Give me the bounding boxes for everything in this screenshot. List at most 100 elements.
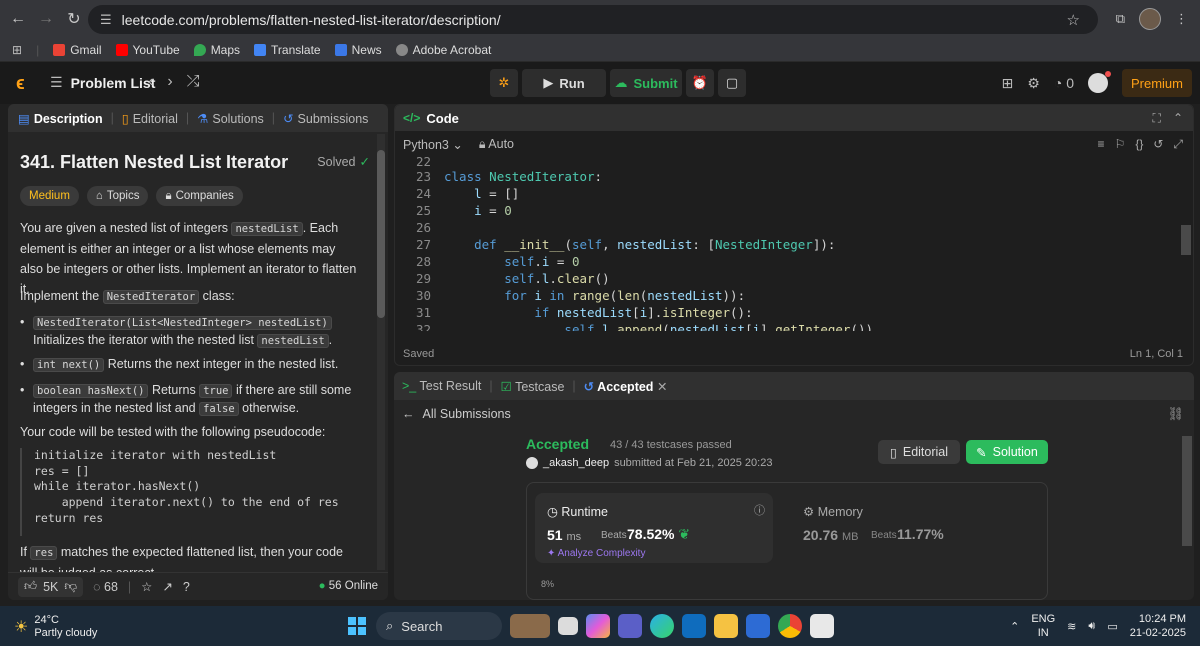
- bookmark-translate[interactable]: Translate: [254, 43, 321, 57]
- notes-icon[interactable]: ▢: [718, 69, 746, 97]
- result-scrollbar[interactable]: [1182, 428, 1192, 600]
- tab-description[interactable]: ▤ Description: [18, 111, 103, 126]
- bookmark-star-icon[interactable]: ☆: [1067, 11, 1080, 29]
- tab-submissions[interactable]: ↺ Submissions: [283, 111, 368, 126]
- language-select[interactable]: Python3 ⌄: [403, 137, 463, 152]
- solution-button[interactable]: ✎ Solution: [966, 440, 1048, 464]
- extensions-icon[interactable]: ⧉: [1116, 11, 1125, 27]
- edge-icon[interactable]: [650, 614, 674, 638]
- user-avatar[interactable]: [526, 457, 538, 469]
- chrome-icon[interactable]: [778, 614, 802, 638]
- widgets-app-icon[interactable]: [510, 614, 550, 638]
- premium-button[interactable]: Premium: [1122, 69, 1192, 97]
- apps-grid-icon[interactable]: ⊞: [12, 43, 22, 57]
- inline-code: int next(): [33, 358, 105, 372]
- forward-arrow-icon[interactable]: →: [32, 5, 60, 33]
- help-icon[interactable]: ?: [183, 580, 190, 594]
- maximize-icon[interactable]: ⛶: [1153, 111, 1161, 126]
- close-icon[interactable]: ✕: [657, 380, 667, 394]
- tab-accepted[interactable]: ↺ Accepted ✕: [584, 379, 668, 394]
- snipping-tool-icon[interactable]: [810, 614, 834, 638]
- run-button[interactable]: ▶ Run: [522, 69, 606, 97]
- code-scrollbar[interactable]: [1181, 157, 1191, 337]
- windows-start-icon[interactable]: [348, 617, 366, 635]
- user-avatar[interactable]: [1088, 71, 1111, 93]
- battery-icon[interactable]: ▭: [1107, 620, 1117, 633]
- runtime-beats: 78.52% ❦: [627, 526, 691, 542]
- line-number: 32: [415, 322, 431, 331]
- url-text: leetcode.com/problems/flatten-nested-lis…: [121, 11, 501, 28]
- wifi-icon[interactable]: ≋: [1067, 620, 1076, 633]
- show-hidden-icons-chevron-icon[interactable]: ⌃: [1010, 620, 1019, 633]
- memory-label[interactable]: ⚙ Memory: [803, 504, 863, 519]
- topics-badge[interactable]: ⌂ Topics: [86, 186, 149, 206]
- alarm-icon[interactable]: ⏰: [686, 69, 714, 97]
- share-icon[interactable]: ↗: [162, 579, 172, 594]
- debug-icon[interactable]: ✲: [490, 69, 518, 97]
- taskbar-search[interactable]: ⌕ Search: [376, 612, 502, 640]
- description-scrollbar[interactable]: [377, 134, 385, 570]
- bookmark-adobe-acrobat[interactable]: Adobe Acrobat: [395, 43, 491, 57]
- weather-widget[interactable]: ☀ 24°C Partly cloudy: [14, 614, 97, 640]
- difficulty-badge[interactable]: Medium: [20, 186, 79, 206]
- address-bar[interactable]: ☰ leetcode.com/problems/flatten-nested-l…: [88, 5, 1098, 34]
- outlook-icon[interactable]: [682, 614, 706, 638]
- bookmark-icon[interactable]: ⚐: [1115, 137, 1126, 152]
- bookmark-maps[interactable]: Maps: [193, 43, 240, 57]
- clock-icon: ◷: [547, 505, 558, 519]
- back-arrow-icon[interactable]: ←: [4, 5, 32, 33]
- teams-icon[interactable]: [618, 614, 642, 638]
- lock-icon: 🔒︎: [478, 136, 486, 151]
- chrome-menu-icon[interactable]: ⋮: [1175, 11, 1188, 27]
- thumbs-down-icon[interactable]: 👎︎: [64, 579, 77, 594]
- all-submissions-link[interactable]: ← All Submissions: [402, 407, 511, 421]
- info-icon[interactable]: ⓘ: [754, 502, 765, 518]
- leetcode-logo-icon[interactable]: ϵ: [16, 73, 25, 94]
- fire-icon: ◔: [1053, 75, 1063, 91]
- layout-grid-icon[interactable]: ⊞: [1002, 75, 1014, 92]
- settings-gear-icon[interactable]: ⚙: [1027, 75, 1040, 92]
- site-info-icon[interactable]: ☰: [100, 12, 112, 28]
- auto-mode[interactable]: 🔒︎ Auto: [479, 137, 514, 152]
- code-editor[interactable]: 22 23 class NestedIterator: 24 l = [] 25 …: [395, 157, 1181, 337]
- cursor-position: Ln 1, Col 1: [1129, 348, 1183, 360]
- flask-icon: ⚗: [197, 111, 209, 126]
- format-icon[interactable]: ≡: [1098, 137, 1105, 152]
- language-indicator[interactable]: ENG IN: [1031, 612, 1055, 640]
- file-explorer-icon[interactable]: [714, 614, 738, 638]
- username[interactable]: _akash_deep: [543, 457, 609, 469]
- task-view-icon[interactable]: [558, 617, 578, 635]
- problem-list-button[interactable]: ☰ Problem List: [50, 74, 155, 91]
- streak-counter[interactable]: ◔ 0: [1054, 75, 1074, 91]
- next-problem-icon[interactable]: ›: [167, 73, 172, 91]
- collapse-chevron-icon[interactable]: ⌃: [1173, 111, 1183, 126]
- reload-icon[interactable]: ↻: [60, 5, 88, 33]
- like-button[interactable]: 👍︎ 5K 👎︎: [18, 576, 84, 597]
- link-icon[interactable]: ⛓: [1167, 406, 1184, 422]
- bookmark-news[interactable]: News: [334, 43, 382, 57]
- reset-icon[interactable]: ↺: [1153, 137, 1163, 152]
- companies-badge[interactable]: 🔒︎ Companies: [156, 186, 243, 206]
- editorial-button[interactable]: ▯ Editorial: [878, 440, 960, 464]
- volume-icon[interactable]: 🔊︎: [1088, 620, 1095, 633]
- tab-testcase[interactable]: ☑ Testcase: [501, 379, 565, 394]
- copilot-icon[interactable]: [586, 614, 610, 638]
- problem-title[interactable]: 341. Flatten Nested List Iterator: [20, 152, 288, 173]
- bookmark-youtube[interactable]: YouTube: [115, 43, 180, 57]
- braces-icon[interactable]: {}: [1135, 137, 1143, 152]
- submit-button[interactable]: ☁ Submit: [610, 69, 682, 97]
- tab-editorial[interactable]: ▯ Editorial: [122, 111, 178, 126]
- prev-problem-icon[interactable]: ‹: [148, 73, 153, 91]
- clock[interactable]: 10:24 PM 21-02-2025: [1130, 612, 1186, 640]
- expand-icon[interactable]: ⤢: [1173, 137, 1183, 152]
- bookmark-gmail[interactable]: Gmail: [53, 43, 102, 57]
- analyze-complexity-link[interactable]: ✦ Analyze Complexity: [547, 548, 645, 559]
- tab-test-result[interactable]: >_ Test Result: [402, 379, 481, 393]
- favorite-star-icon[interactable]: ☆: [141, 579, 152, 594]
- comments-button[interactable]: ◌ 68: [93, 580, 118, 594]
- tab-solutions[interactable]: ⚗ Solutions: [197, 111, 264, 126]
- runtime-card[interactable]: ◷ Runtime ⓘ 51 ms Beats 78.52% ❦ ✦ Analy…: [535, 493, 773, 563]
- profile-avatar[interactable]: [1139, 8, 1161, 30]
- shuffle-icon[interactable]: ⤮: [187, 73, 200, 91]
- pc-manager-icon[interactable]: [746, 614, 770, 638]
